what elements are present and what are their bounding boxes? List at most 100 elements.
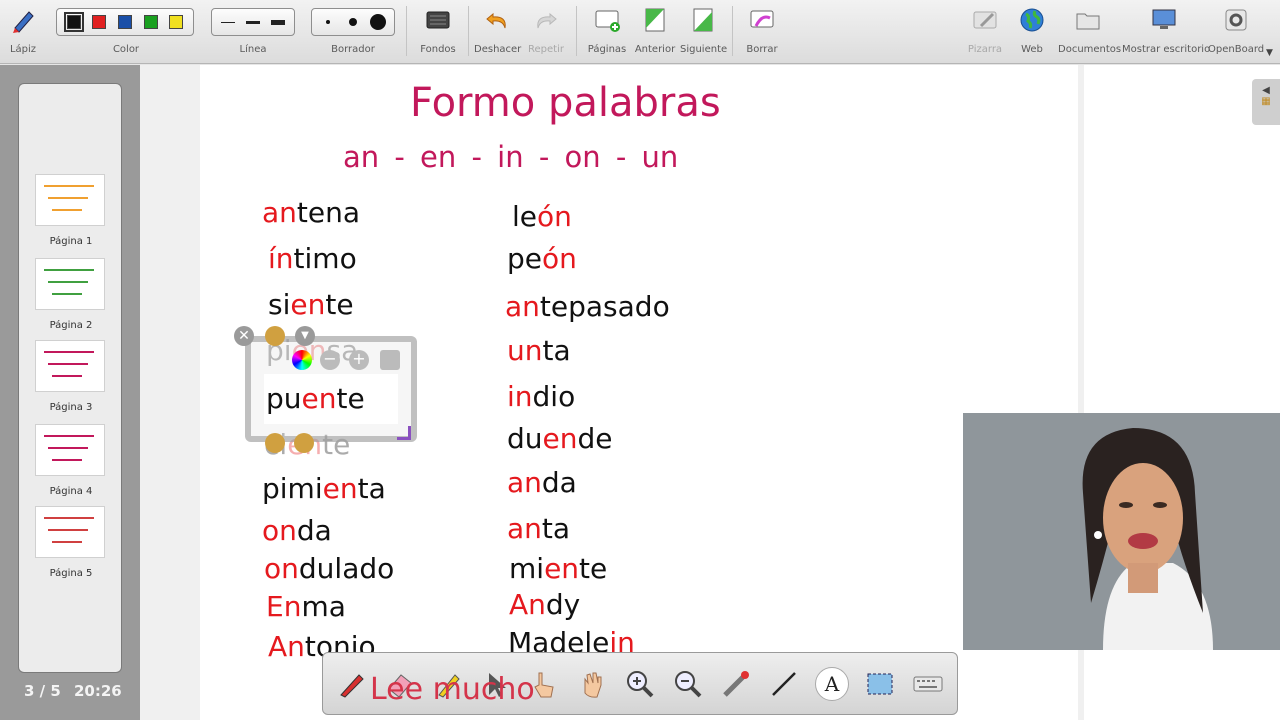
align-center-icon[interactable] [294,433,314,453]
thumbnail-content [48,281,88,283]
collapse-right-panel-button[interactable]: ◀ ▦ [1252,79,1280,125]
thumbnail-content [44,269,94,271]
syllables-line: an - en - in - on - un [343,140,679,174]
word-red: ón [542,242,577,275]
word-pre: du [507,422,543,455]
thumbnail-content [44,351,94,353]
show-desktop-button[interactable]: Mostrar escritorio [1122,0,1210,64]
pen-tool-icon[interactable] [335,667,369,701]
word-post: dio [532,380,576,413]
page-thumbnail[interactable] [35,424,105,476]
widget-word[interactable]: puente [266,382,365,415]
color-swatch[interactable] [169,15,184,29]
word-post: dy [545,588,581,621]
right-word: duende [507,422,613,455]
clear-button[interactable]: Borrar [740,0,784,64]
laser-pointer-icon[interactable] [719,667,753,701]
widget-menu-icon[interactable]: ▼ [295,326,315,346]
color-wheel-icon[interactable] [292,350,312,370]
clock: 20:26 [74,682,122,700]
openboard-menu-button[interactable]: OpenBoard [1208,0,1264,64]
color-swatch[interactable] [63,12,84,32]
monitor-icon [1152,9,1176,29]
web-button[interactable]: Web [1010,0,1054,64]
word-post: ta [541,512,571,545]
line-medium-button[interactable] [242,20,264,24]
word-red: en [290,288,326,321]
thumbnail-content [44,435,94,437]
right-word: león [512,200,572,233]
gear-icon [1225,9,1247,31]
grab-hand-icon[interactable] [575,667,609,701]
increase-font-icon[interactable]: + [349,350,369,370]
thumbnail-content [44,185,94,187]
word-red: An [268,630,305,663]
board-button[interactable]: Pizarra [962,0,1008,64]
redo-icon [537,12,557,29]
backgrounds-button[interactable]: Fondos [416,0,460,64]
undo-label: Deshacer [474,44,522,55]
word-post: ma [301,590,346,623]
keyboard-icon[interactable] [911,667,945,701]
previous-page-button[interactable]: Anterior [632,0,678,64]
redo-button[interactable]: Repetir [524,0,568,64]
webcam-video [963,413,1280,650]
page-thumbnail[interactable] [35,258,105,310]
word-red: un [507,334,543,367]
eraser-small-button[interactable] [317,20,339,24]
word-red: en [542,422,578,455]
widget-word-post: te [336,382,365,415]
pen-icon [13,11,34,33]
page-thumbnail[interactable] [35,340,105,392]
align-left-icon[interactable] [265,433,285,453]
word-red: an [505,290,540,323]
color-swatch[interactable] [92,15,107,29]
clear-label: Borrar [746,44,778,55]
line-thick-button[interactable] [267,19,289,25]
word-pre: le [512,200,538,233]
word-red: ón [537,200,572,233]
page-thumbnail[interactable] [35,506,105,558]
documents-label: Documentos [1058,44,1122,55]
word-red: ín [268,242,294,275]
line-width-selector [211,8,295,36]
next-label: Siguiente [680,44,728,55]
pages-button[interactable]: Páginas [584,0,630,64]
documents-button[interactable]: Documentos [1058,0,1122,64]
word-post: da [541,466,577,499]
resize-handle-icon[interactable] [397,426,411,440]
word-red: An [509,588,546,621]
word-red: on [262,514,297,547]
text-tool-icon[interactable]: A [815,667,849,701]
page-thumbnail-label: Página 1 [49,236,93,247]
eraser-medium-button[interactable] [342,18,364,26]
next-page-button[interactable]: Siguiente [680,0,728,64]
text-format-icon[interactable] [380,350,400,370]
eraser-large-button[interactable] [367,14,389,30]
decrease-font-icon[interactable]: − [320,350,340,370]
menu-arrow-icon[interactable]: ▼ [1266,48,1273,58]
word-red: an [507,512,542,545]
line-tool-icon[interactable] [767,667,801,701]
right-word: Andy [509,588,580,621]
zoom-out-icon[interactable] [671,667,705,701]
word-post: dulado [298,552,395,585]
pen-tool[interactable]: Lápiz [4,0,42,64]
page-thumbnail[interactable] [35,174,105,226]
color-swatch[interactable] [117,15,132,29]
next-page-icon [693,8,713,32]
thumbnail-content [44,517,94,519]
undo-button[interactable]: Deshacer [474,0,522,64]
word-post: ta [357,472,386,505]
right-word: peón [507,242,577,275]
left-word: ondulado [264,552,394,585]
zoom-in-icon[interactable] [623,667,657,701]
eraser-group: Borrador [311,0,395,64]
close-widget-icon[interactable]: ✕ [234,326,254,346]
word-red: in [507,380,533,413]
duplicate-widget-icon[interactable] [265,326,285,346]
capture-icon[interactable] [863,667,897,701]
thumbnail-content [48,447,88,449]
line-thin-button[interactable] [217,21,239,23]
color-swatch[interactable] [143,15,158,29]
